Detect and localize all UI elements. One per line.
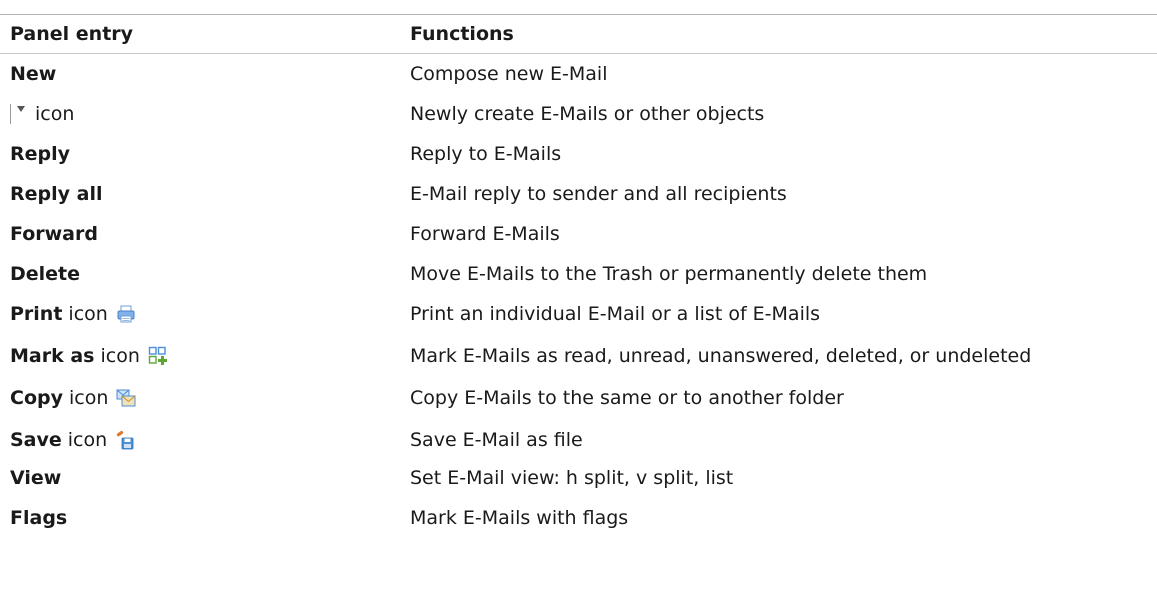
table-row: Mark as icon Mark E-Mails as read, unrea… bbox=[0, 336, 1157, 376]
panel-entries-table: Panel entry Functions New Compose new E-… bbox=[0, 0, 1157, 595]
entry-reply: Reply bbox=[10, 143, 71, 165]
function-text: Mark E-Mails as read, unread, unanswered… bbox=[410, 345, 1032, 367]
entry-icon-suffix: icon bbox=[100, 345, 140, 367]
function-text: E-Mail reply to sender and all recipient… bbox=[410, 183, 787, 205]
entry-mark-as: Mark as bbox=[10, 345, 95, 367]
entry-icon-suffix: icon bbox=[67, 429, 108, 451]
entry-reply-all: Reply all bbox=[10, 183, 103, 205]
function-text: Forward E-Mails bbox=[410, 223, 560, 245]
table-row: Reply Reply to E-Mails bbox=[0, 134, 1157, 174]
function-text: Mark E-Mails with flags bbox=[410, 507, 629, 529]
entry-view: View bbox=[10, 467, 62, 489]
function-text: Compose new E-Mail bbox=[410, 63, 608, 85]
header-panel-entry: Panel entry bbox=[10, 23, 134, 45]
copy-envelopes-icon bbox=[116, 388, 136, 408]
entry-copy: Copy bbox=[10, 387, 63, 409]
function-text: Newly create E-Mails or other objects bbox=[410, 103, 765, 125]
table-header-row: Panel entry Functions bbox=[0, 14, 1157, 54]
dropdown-caret-icon bbox=[10, 104, 25, 124]
entry-flags: Flags bbox=[10, 507, 68, 529]
printer-icon bbox=[116, 304, 136, 324]
entry-delete: Delete bbox=[10, 263, 81, 285]
function-text: Set E-Mail view: h split, v split, list bbox=[410, 467, 734, 489]
function-text: Copy E-Mails to the same or to another f… bbox=[410, 387, 844, 409]
function-text: Save E-Mail as file bbox=[410, 429, 583, 451]
table-row: Print icon Print an individual E-Mail or… bbox=[0, 294, 1157, 334]
table-row: Reply all E-Mail reply to sender and all… bbox=[0, 174, 1157, 214]
table-row: Flags Mark E-Mails with flags bbox=[0, 498, 1157, 538]
entry-forward: Forward bbox=[10, 223, 98, 245]
table-row: Forward Forward E-Mails bbox=[0, 214, 1157, 254]
table-row: New Compose new E-Mail bbox=[0, 54, 1157, 94]
table-row: Copy icon Copy E-Mails to the same or to… bbox=[0, 378, 1157, 418]
table-row: Delete Move E-Mails to the Trash or perm… bbox=[0, 254, 1157, 294]
table-row: View Set E-Mail view: h split, v split, … bbox=[0, 458, 1157, 498]
save-icon bbox=[115, 430, 135, 450]
function-text: Print an individual E-Mail or a list of … bbox=[410, 303, 821, 325]
entry-icon-suffix: icon bbox=[68, 387, 109, 409]
function-text: Reply to E-Mails bbox=[410, 143, 562, 165]
entry-new: New bbox=[10, 63, 57, 85]
function-text: Move E-Mails to the Trash or permanently… bbox=[410, 263, 928, 285]
mark-as-icon bbox=[148, 346, 168, 366]
entry-print: Print bbox=[10, 303, 63, 325]
header-functions: Functions bbox=[410, 23, 514, 45]
entry-icon-suffix: icon bbox=[68, 303, 108, 325]
entry-save: Save bbox=[10, 429, 62, 451]
entry-icon-suffix: icon bbox=[35, 103, 75, 125]
table-row: icon Newly create E-Mails or other objec… bbox=[0, 94, 1157, 134]
table-row: Save icon Save E-Mail as file bbox=[0, 420, 1157, 460]
